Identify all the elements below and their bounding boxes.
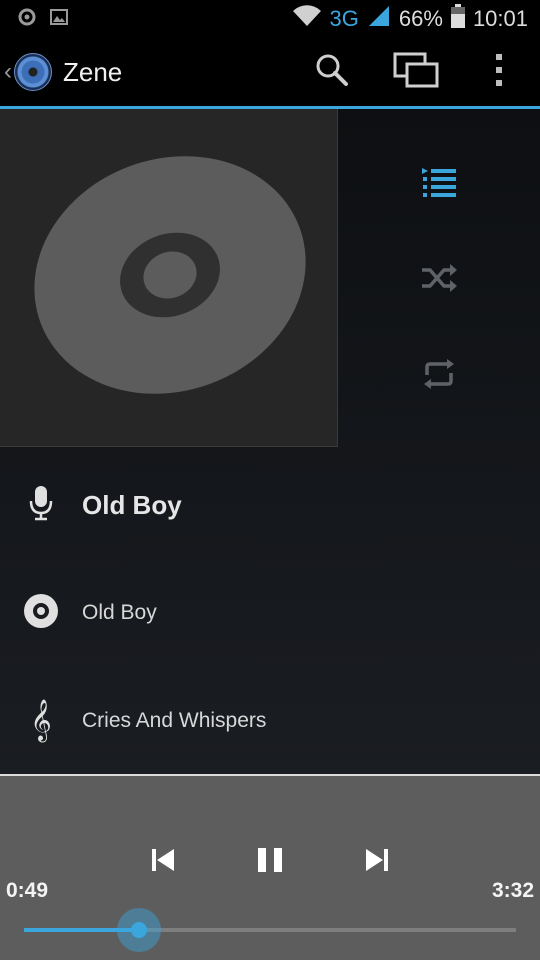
overflow-menu-button[interactable] bbox=[458, 38, 540, 106]
next-button[interactable] bbox=[352, 840, 402, 884]
skip-previous-icon bbox=[151, 848, 175, 877]
artist-row[interactable]: Old Boy bbox=[0, 475, 540, 535]
search-button[interactable] bbox=[290, 38, 374, 106]
battery-percent: 66% bbox=[398, 6, 443, 31]
album-art[interactable] bbox=[0, 109, 338, 447]
app-logo-icon[interactable] bbox=[14, 53, 52, 91]
pause-icon bbox=[257, 847, 283, 878]
wifi-icon bbox=[292, 5, 322, 33]
cast-button[interactable] bbox=[374, 38, 458, 106]
skip-next-icon bbox=[365, 848, 389, 877]
repeat-icon bbox=[423, 358, 455, 394]
queue-list-icon bbox=[422, 167, 456, 202]
network-type: 3G bbox=[329, 6, 359, 31]
album-disc-icon bbox=[23, 593, 59, 634]
back-chevron-icon[interactable]: ‹ bbox=[4, 58, 12, 86]
now-playing-panel: Old Boy Old Boy 𝄞 Cries And Whispers bbox=[0, 109, 540, 774]
song-title: Cries And Whispers bbox=[82, 709, 267, 732]
battery-icon bbox=[450, 4, 465, 34]
artist-name: Old Boy bbox=[82, 489, 182, 520]
shuffle-icon bbox=[421, 263, 457, 297]
pause-button[interactable] bbox=[245, 840, 295, 884]
cast-icon bbox=[393, 52, 439, 93]
song-row[interactable]: 𝄞 Cries And Whispers bbox=[0, 691, 540, 751]
queue-button[interactable] bbox=[404, 149, 474, 219]
previous-button[interactable] bbox=[138, 840, 188, 884]
total-duration: 3:32 bbox=[491, 879, 534, 902]
clock: 10:01 bbox=[472, 6, 528, 31]
repeat-button[interactable] bbox=[404, 341, 474, 411]
seek-thumb[interactable] bbox=[117, 908, 162, 952]
album-row[interactable]: Old Boy bbox=[0, 583, 540, 643]
microphone-icon bbox=[29, 485, 53, 526]
overflow-menu-icon bbox=[494, 53, 504, 92]
app-title: Zene bbox=[63, 56, 123, 87]
elapsed-time: 0:49 bbox=[6, 879, 49, 902]
album-name: Old Boy bbox=[82, 601, 157, 624]
seek-bar[interactable] bbox=[24, 928, 516, 932]
search-icon bbox=[314, 52, 350, 93]
settings-notification-icon bbox=[18, 8, 36, 31]
treble-clef-icon: 𝄞 bbox=[30, 700, 52, 741]
signal-icon bbox=[367, 5, 391, 33]
action-bar: ‹ Zene bbox=[0, 38, 540, 109]
player-controls: 0:49 3:32 bbox=[0, 776, 540, 960]
shuffle-button[interactable] bbox=[404, 245, 474, 315]
image-notification-icon bbox=[50, 8, 68, 30]
status-bar: 3G 66% 10:01 bbox=[0, 0, 540, 38]
